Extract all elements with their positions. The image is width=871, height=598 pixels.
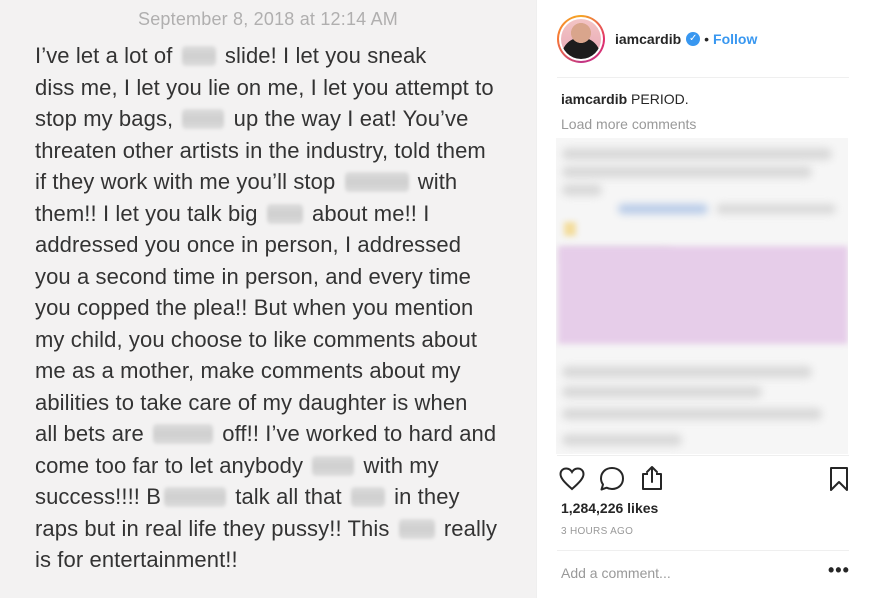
comment-icon <box>600 467 624 491</box>
header-separator: • <box>704 30 710 47</box>
note-line: you a second time in person, and every t… <box>35 261 515 293</box>
note-line: you copped the plea!! But when you menti… <box>35 292 515 324</box>
post-panel: iamcardib ✓ • Follow iamcardib PERIOD. L… <box>536 0 871 598</box>
redaction-blur <box>266 203 303 224</box>
follow-button[interactable]: Follow <box>713 31 757 47</box>
load-more-comments-button[interactable]: Load more comments <box>561 116 696 132</box>
verified-badge-icon: ✓ <box>686 31 701 46</box>
note-text: with my <box>357 452 439 478</box>
note-line: raps but in real life they pussy!! This … <box>35 513 515 545</box>
redaction-blur <box>182 109 225 129</box>
more-options-icon[interactable]: ••• <box>828 560 850 581</box>
note-text: threaten other artists in the industry, … <box>35 137 486 163</box>
note-text: slide! I let you sneak <box>218 43 427 68</box>
avatar-frame <box>559 16 603 61</box>
caption-text: PERIOD. <box>631 91 689 107</box>
caption-username[interactable]: iamcardib <box>561 91 627 107</box>
redaction-blur <box>153 424 214 444</box>
note-text: abilities to take care of my daughter is… <box>35 389 468 415</box>
note-text: is for entertainment!! <box>35 547 238 572</box>
note-image: September 8, 2018 at 12:14 AM I’ve let a… <box>0 0 536 598</box>
add-comment-input[interactable]: Add a comment... <box>561 565 671 581</box>
note-line: stop my bags, up the way I eat! You’ve <box>35 103 515 135</box>
note-line: me as a mother, make comments about my <box>35 355 515 387</box>
comment-divider <box>557 550 849 551</box>
note-text: me as a mother, make comments about my <box>35 358 461 383</box>
post-header: iamcardib ✓ • Follow <box>537 0 871 77</box>
note-text: addressed you once in person, I addresse… <box>35 232 462 257</box>
caption: iamcardib PERIOD. <box>561 91 689 107</box>
share-icon <box>642 466 662 490</box>
note-text: really <box>437 515 498 541</box>
redaction-blur <box>312 455 355 476</box>
note-line: if they work with me you’ll stop with <box>35 166 515 198</box>
note-line: come too far to let anybody with my <box>35 450 515 482</box>
likes-count[interactable]: 1,284,226 likes <box>561 500 658 516</box>
note-text: you a second time in person, and every t… <box>35 263 471 289</box>
heart-icon <box>559 467 585 491</box>
note-text: my child, you choose to like comments ab… <box>35 326 478 352</box>
note-text: about me!! I <box>305 200 430 226</box>
note-text: stop my bags, <box>35 106 180 131</box>
share-button[interactable] <box>639 465 665 491</box>
note-text: talk all that <box>229 484 348 509</box>
note-text: in they <box>387 484 460 509</box>
note-text: raps but in real life they pussy!! This <box>35 515 396 541</box>
redaction-blur <box>181 46 216 66</box>
note-text: off!! I’ve worked to hard and <box>216 421 497 446</box>
note-text: all bets are <box>35 421 151 446</box>
redaction-blur <box>350 487 385 507</box>
note-text: you copped the plea!! But when you menti… <box>35 295 474 320</box>
redaction-blur <box>164 487 227 507</box>
note-line: I’ve let a lot of slide! I let you sneak <box>35 40 515 72</box>
note-text: them!! I let you talk big <box>35 200 264 226</box>
username-link[interactable]: iamcardib <box>615 31 681 47</box>
save-button[interactable] <box>826 466 852 492</box>
header-divider <box>557 77 849 78</box>
note-text: come too far to let anybody <box>35 452 310 478</box>
note-text: with <box>411 169 458 194</box>
note-line: them!! I let you talk big about me!! I <box>35 198 515 230</box>
redaction-blur <box>344 172 409 192</box>
note-text: if they work with me you’ll stop <box>35 169 342 194</box>
actions-divider <box>557 455 849 456</box>
avatar[interactable] <box>557 14 605 63</box>
comment-button[interactable] <box>599 466 625 492</box>
note-text: diss me, I let you lie on me, I let you … <box>35 74 494 100</box>
note-line: my child, you choose to like comments ab… <box>35 324 515 356</box>
note-line: abilities to take care of my daughter is… <box>35 387 515 419</box>
note-line: threaten other artists in the industry, … <box>35 135 515 167</box>
note-text: success!!!! B <box>35 484 162 509</box>
like-button[interactable] <box>559 466 585 492</box>
avatar-image <box>561 18 601 59</box>
redaction-blur <box>398 518 435 539</box>
note-line: diss me, I let you lie on me, I let you … <box>35 72 515 104</box>
note-body: I’ve let a lot of slide! I let you sneak… <box>35 40 515 576</box>
note-text: up the way I eat! You’ve <box>227 106 469 131</box>
note-date: September 8, 2018 at 12:14 AM <box>138 9 398 29</box>
bookmark-icon <box>830 467 848 491</box>
note-text: I’ve let a lot of <box>35 43 179 68</box>
note-line: is for entertainment!! <box>35 544 515 576</box>
note-line: addressed you once in person, I addresse… <box>35 229 515 261</box>
note-line: success!!!! B talk all that in they <box>35 481 515 513</box>
note-line: all bets are off!! I’ve worked to hard a… <box>35 418 515 450</box>
post-timestamp[interactable]: 3 HOURS AGO <box>561 526 633 537</box>
blurred-comments <box>556 138 848 454</box>
